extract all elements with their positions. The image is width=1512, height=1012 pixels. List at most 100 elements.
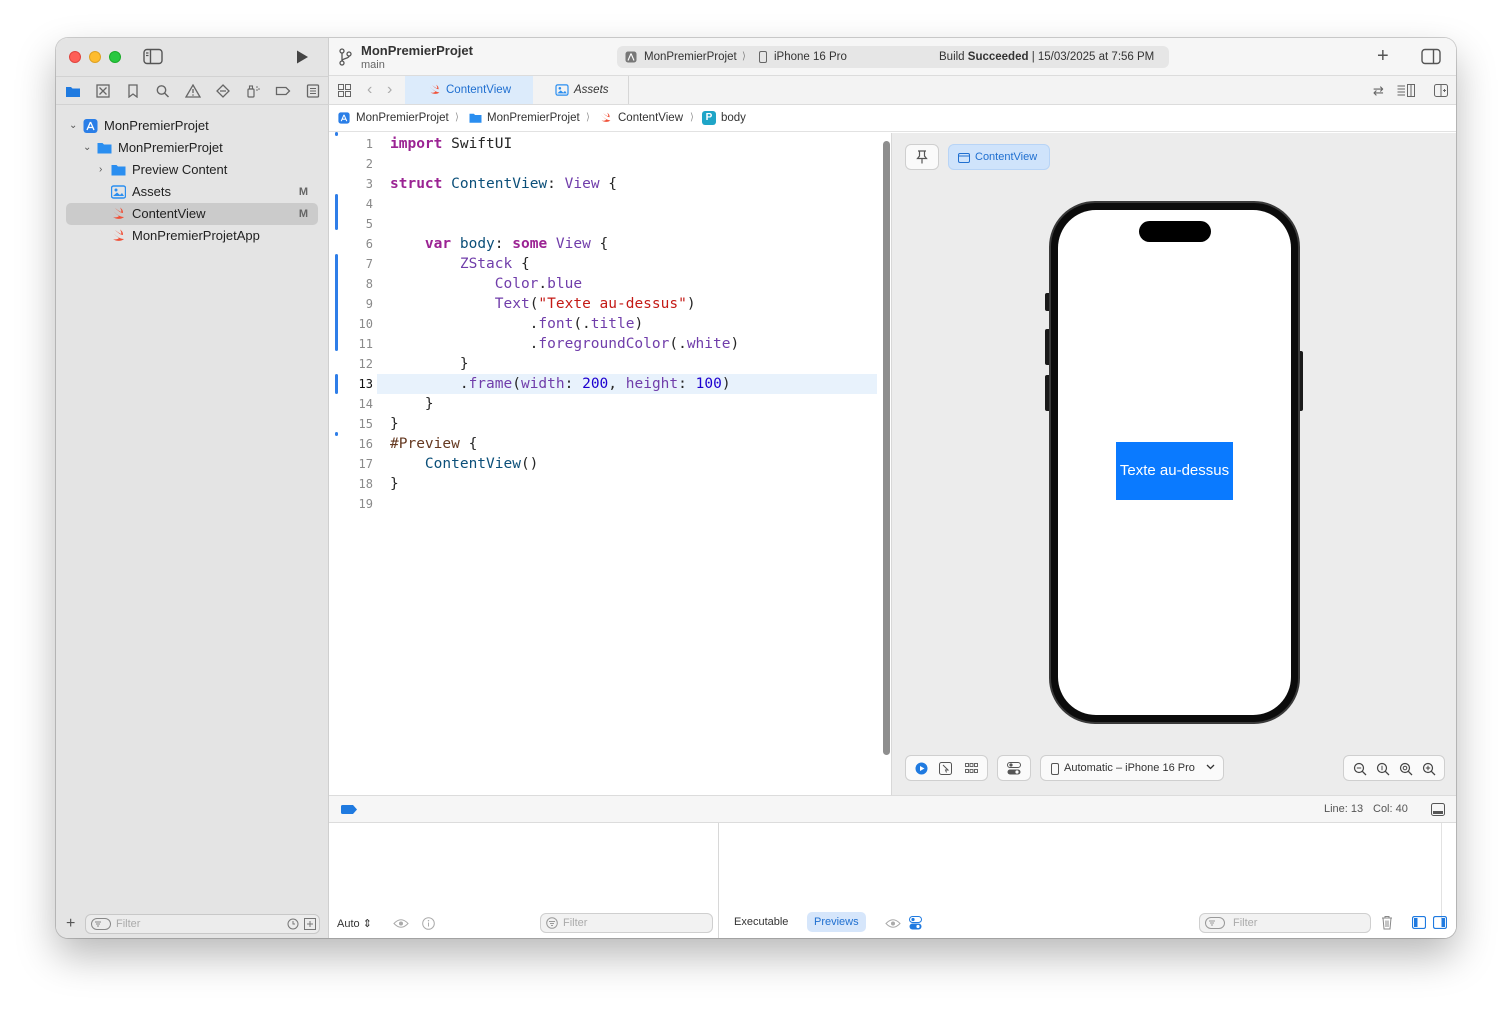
jump-bar: MonPremierProjet ⟩ MonPremierProjet ⟩ Co…: [329, 105, 1456, 132]
show-console-icon[interactable]: [1433, 916, 1447, 929]
tree-item-project[interactable]: ⌄ MonPremierProjet: [66, 115, 318, 137]
code-editor[interactable]: 1 2 3 4 5 6 7 8 9 10 11 12 13 14 15 16 17 18 19 import Swi…: [329, 132, 889, 795]
breadcrumb-item[interactable]: ContentView: [618, 105, 683, 131]
device-selector[interactable]: Automatic – iPhone 16 Pro: [1040, 755, 1224, 781]
editor-scrollbar[interactable]: [883, 141, 890, 755]
line-number[interactable]: 3: [337, 174, 373, 194]
breakpoint-icon[interactable]: [275, 84, 291, 98]
show-variables-icon[interactable]: [1412, 916, 1426, 929]
tree-item-label: Preview Content: [132, 162, 228, 177]
inspector-toggle-icon[interactable]: [1421, 48, 1441, 65]
add-button[interactable]: +: [1377, 45, 1389, 67]
line-number[interactable]: 10: [337, 314, 373, 334]
sidebar-toggle-icon[interactable]: [143, 48, 163, 65]
line-number[interactable]: 18: [337, 474, 373, 494]
minimize-window-button[interactable]: [89, 51, 101, 63]
navigator-filter-field[interactable]: Filter: [85, 914, 320, 934]
eye-icon[interactable]: [885, 918, 901, 929]
line-number[interactable]: 9: [337, 294, 373, 314]
line-number[interactable]: 16: [337, 434, 373, 454]
breadcrumb-item[interactable]: MonPremierProjet: [487, 105, 580, 131]
source-control-icon[interactable]: [95, 84, 111, 98]
tree-item-group[interactable]: ⌄ MonPremierProjet: [66, 137, 318, 159]
previews-tab[interactable]: Previews: [807, 912, 866, 932]
zoom-out-icon[interactable]: [1353, 762, 1367, 776]
line-number[interactable]: 5: [337, 214, 373, 234]
breadcrumb-item[interactable]: body: [721, 105, 746, 131]
line-number[interactable]: 12: [337, 354, 373, 374]
variants-grid-icon[interactable]: [965, 763, 978, 774]
line-number[interactable]: 2: [337, 154, 373, 174]
line-number[interactable]: 15: [337, 414, 373, 434]
asset-catalog-icon: [555, 84, 569, 96]
add-file-icon[interactable]: +: [66, 916, 75, 932]
run-button[interactable]: [294, 49, 310, 65]
close-window-button[interactable]: [69, 51, 81, 63]
zoom-fit-icon[interactable]: [1399, 762, 1413, 776]
line-number[interactable]: 8: [337, 274, 373, 294]
variables-filter-field[interactable]: Filter: [540, 913, 713, 933]
branch-icon[interactable]: [338, 48, 352, 66]
pin-preview-button[interactable]: [905, 144, 939, 170]
tree-item-contentview[interactable]: ContentView M: [66, 203, 318, 225]
grid-icon[interactable]: [338, 84, 351, 97]
line-number[interactable]: 19: [337, 494, 373, 514]
chevron-down-icon[interactable]: ⌄: [83, 143, 91, 153]
folder-icon[interactable]: [65, 84, 81, 98]
tab-assets[interactable]: Assets: [533, 76, 629, 104]
back-arrow-icon[interactable]: ‹: [367, 81, 372, 99]
activity-view[interactable]: MonPremierProjet ⟩ iPhone 16 Pro Build S…: [617, 46, 1169, 68]
executable-tab[interactable]: Executable: [734, 916, 788, 928]
report-icon[interactable]: [305, 84, 321, 98]
test-diamond-icon[interactable]: [215, 84, 231, 98]
preview-toggle-icon[interactable]: [909, 916, 922, 930]
scheme-name[interactable]: MonPremierProjet: [644, 46, 737, 68]
swap-arrows-icon[interactable]: ⇄: [1373, 83, 1384, 99]
iphone-icon: [1051, 763, 1059, 775]
line-number[interactable]: 4: [337, 194, 373, 214]
line-number[interactable]: 1: [337, 134, 373, 154]
eye-icon[interactable]: [393, 918, 409, 929]
forward-arrow-icon[interactable]: ›: [387, 81, 392, 99]
search-icon[interactable]: [155, 84, 171, 98]
live-preview-icon[interactable]: [915, 762, 928, 775]
warning-icon[interactable]: [185, 84, 201, 98]
debug-area-toggle-icon[interactable]: [1431, 803, 1445, 816]
breakpoint-toggle-icon[interactable]: [341, 805, 357, 814]
selectable-mode-icon[interactable]: [939, 762, 952, 775]
zoom-window-button[interactable]: [109, 51, 121, 63]
tree-item-assets[interactable]: Assets M: [66, 181, 318, 203]
editor-options-icon[interactable]: [1397, 84, 1415, 97]
split-editor-icon[interactable]: [1434, 84, 1448, 97]
canvas-settings-button[interactable]: [997, 755, 1031, 781]
chevron-down-icon[interactable]: ⌄: [69, 121, 77, 131]
trash-icon[interactable]: [1381, 915, 1393, 930]
modified-badge: M: [298, 208, 308, 220]
line-number[interactable]: 7: [337, 254, 373, 274]
code-line: Color.blue: [494, 276, 583, 292]
recent-clock-icon[interactable]: [287, 918, 299, 930]
zoom-actual-icon[interactable]: [1376, 762, 1390, 776]
tab-contentview[interactable]: ContentView: [405, 76, 533, 104]
console-filter-field[interactable]: Filter: [1199, 913, 1371, 933]
debug-spray-icon[interactable]: [245, 84, 261, 98]
chevron-right-icon[interactable]: ›: [99, 165, 102, 175]
info-icon[interactable]: [422, 917, 435, 930]
device-name[interactable]: iPhone 16 Pro: [774, 46, 847, 68]
zoom-in-icon[interactable]: [1422, 762, 1436, 776]
bookmark-icon[interactable]: [125, 84, 141, 98]
folder-icon: [111, 163, 126, 177]
auto-variables-selector[interactable]: Auto ⇕: [337, 917, 372, 930]
source-control-filter-icon[interactable]: [304, 918, 316, 930]
line-number[interactable]: 14: [337, 394, 373, 414]
line-number[interactable]: 11: [337, 334, 373, 354]
tree-item-app[interactable]: MonPremierProjetApp: [66, 225, 318, 247]
preview-target-button[interactable]: ContentView: [948, 144, 1050, 170]
line-number[interactable]: 6: [337, 234, 373, 254]
modified-badge: M: [298, 186, 308, 198]
line-number[interactable]: 13: [337, 374, 373, 394]
iphone-screen: Texte au-dessus: [1058, 210, 1291, 715]
line-number[interactable]: 17: [337, 454, 373, 474]
breadcrumb-item[interactable]: MonPremierProjet: [356, 105, 449, 131]
tree-item-preview-content[interactable]: › Preview Content: [66, 159, 318, 181]
